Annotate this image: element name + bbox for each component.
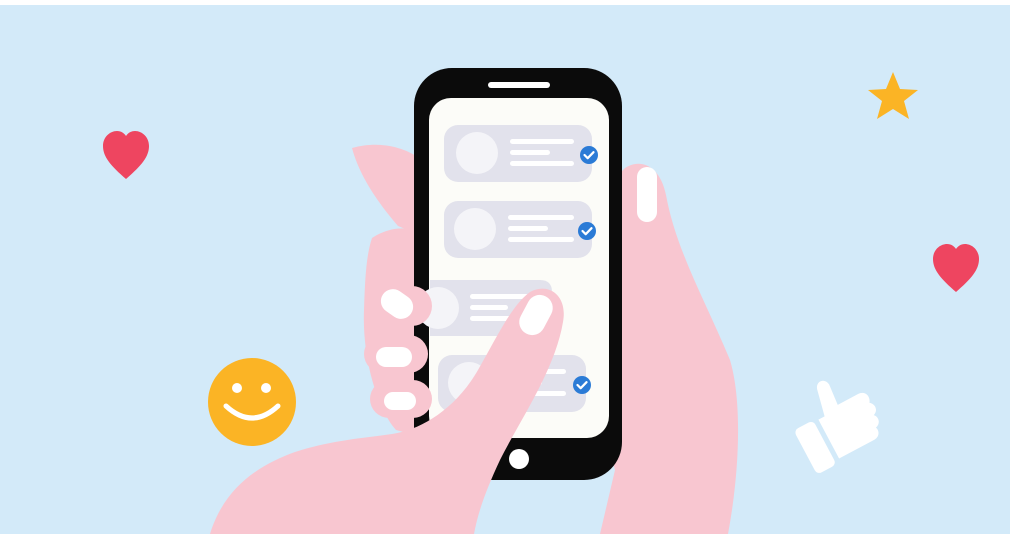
smiley-icon (208, 358, 296, 446)
check-icon (578, 222, 596, 240)
left-fingers-front (364, 286, 432, 418)
avatar (454, 208, 496, 250)
list-card (444, 201, 596, 258)
home-button (509, 449, 529, 469)
finger-nail (376, 347, 412, 367)
illustration-scene (0, 5, 1010, 534)
list-card (444, 125, 598, 182)
check-icon (580, 146, 598, 164)
thumb-nail (637, 167, 657, 222)
finger-nail (384, 392, 416, 410)
phone-speaker (488, 82, 550, 88)
avatar (456, 132, 498, 174)
check-icon (573, 376, 591, 394)
